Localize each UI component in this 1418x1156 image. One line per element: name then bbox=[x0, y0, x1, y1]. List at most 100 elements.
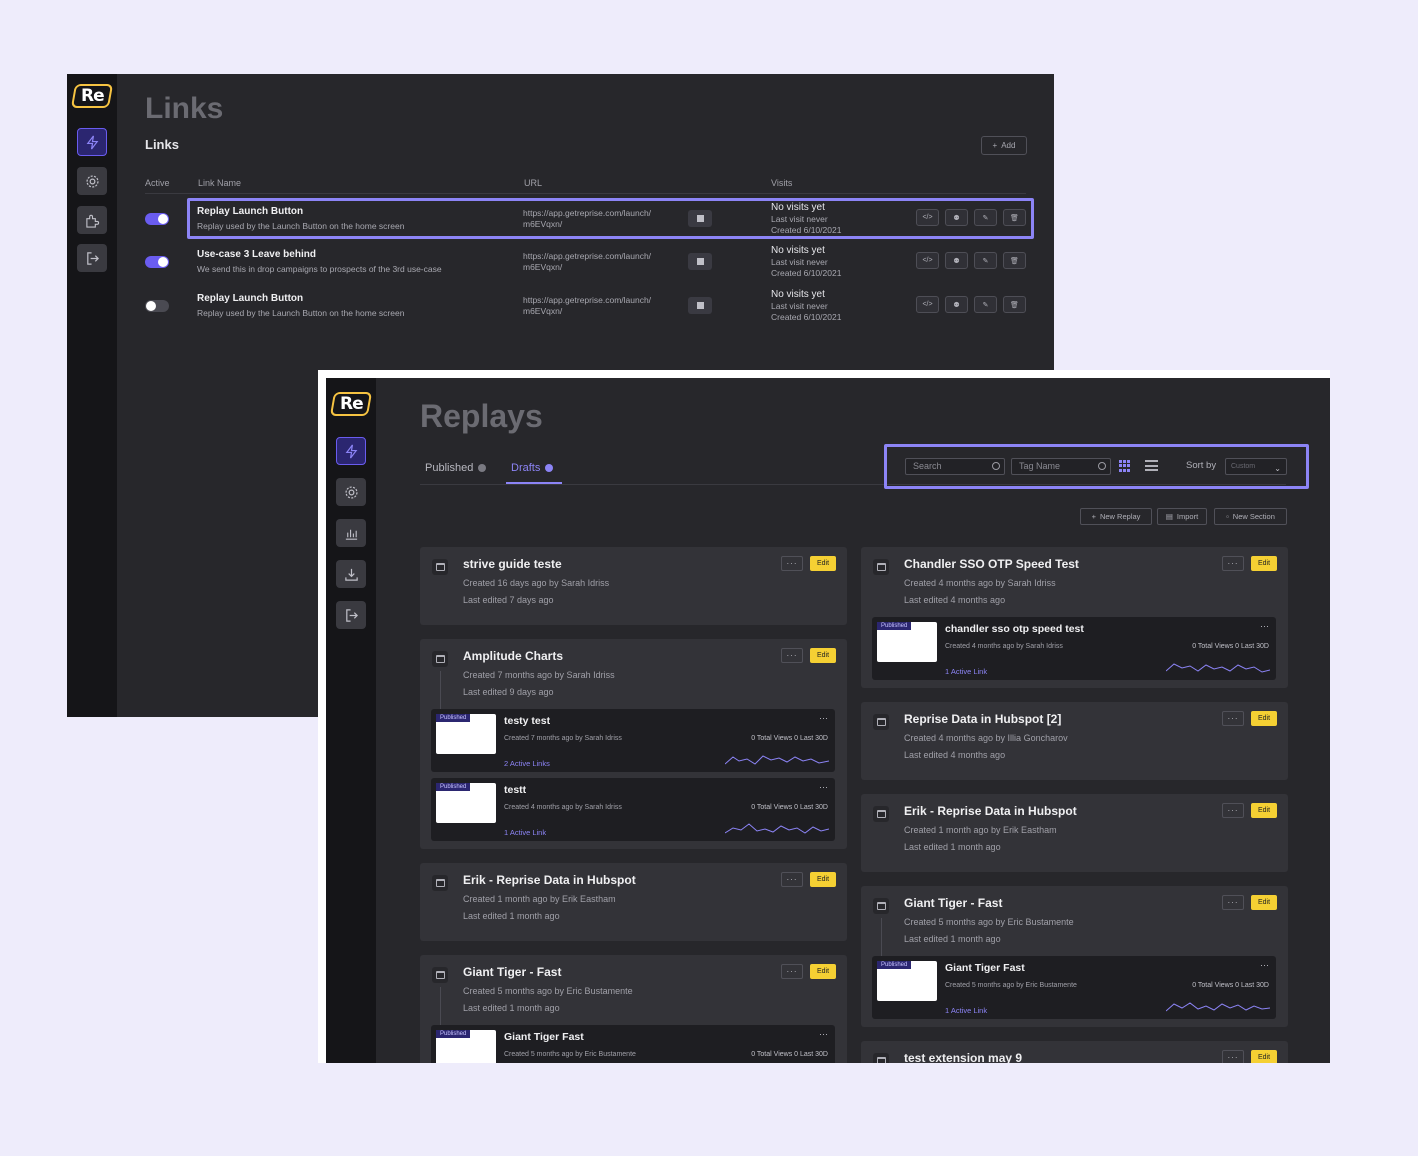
edit-button[interactable]: Edit bbox=[810, 556, 836, 571]
sidebar-settings[interactable] bbox=[336, 478, 366, 506]
replay-card[interactable]: test extension may 9 ··· Edit bbox=[861, 1041, 1288, 1063]
more-button[interactable]: ··· bbox=[1222, 895, 1244, 910]
import-button[interactable]: ▤ Import bbox=[1157, 508, 1207, 525]
sidebar-lightning[interactable] bbox=[77, 128, 107, 156]
sidebar-download[interactable] bbox=[336, 560, 366, 588]
more-button[interactable]: ··· bbox=[1222, 556, 1244, 571]
sidebar-analytics[interactable] bbox=[336, 519, 366, 547]
more-button[interactable]: ··· bbox=[1222, 711, 1244, 726]
published-replay[interactable]: Published Giant Tiger Fast Created 5 mon… bbox=[431, 1025, 835, 1063]
replay-card[interactable]: Reprise Data in Hubspot [2] Created 4 mo… bbox=[861, 702, 1288, 780]
sidebar-lightning[interactable] bbox=[336, 437, 366, 465]
card-title: test extension may 9 bbox=[904, 1051, 1023, 1063]
view-counts: 0 Total Views 0 Last 30D bbox=[1192, 982, 1269, 989]
edit-link-button[interactable]: ✎ bbox=[974, 296, 997, 313]
replay-thumbnail[interactable]: Published bbox=[877, 622, 937, 662]
tab-drafts[interactable]: Drafts bbox=[511, 462, 554, 474]
card-edited: Last edited 1 month ago bbox=[904, 842, 1001, 852]
active-links[interactable]: 1 Active Link bbox=[504, 828, 546, 837]
replay-thumbnail[interactable]: Published bbox=[877, 961, 937, 1001]
replay-card[interactable]: Chandler SSO OTP Speed Test Created 4 mo… bbox=[861, 547, 1288, 688]
edit-button[interactable]: Edit bbox=[1251, 895, 1277, 910]
replay-card[interactable]: Erik - Reprise Data in Hubspot Created 1… bbox=[861, 794, 1288, 872]
published-replay[interactable]: Published testt Created 4 months ago by … bbox=[431, 778, 835, 841]
more-icon[interactable]: ··· bbox=[1260, 621, 1269, 631]
reprise-logo[interactable]: Re bbox=[329, 392, 373, 416]
add-link-button[interactable]: + Add bbox=[981, 136, 1027, 155]
replay-card[interactable]: Erik - Reprise Data in Hubspot Created 1… bbox=[420, 863, 847, 941]
embed-code-button[interactable]: </> bbox=[916, 296, 939, 313]
more-icon[interactable]: ··· bbox=[819, 782, 828, 792]
sidebar-settings[interactable] bbox=[77, 167, 107, 195]
edit-button[interactable]: Edit bbox=[1251, 711, 1277, 726]
replay-card[interactable]: strive guide teste Created 16 days ago b… bbox=[420, 547, 847, 625]
published-badge: Published bbox=[436, 1030, 471, 1038]
embed-code-button[interactable]: </> bbox=[916, 252, 939, 269]
table-row[interactable]: Replay Launch Button Replay used by the … bbox=[67, 286, 1054, 326]
search-icon bbox=[1098, 462, 1106, 470]
edit-button[interactable]: Edit bbox=[1251, 803, 1277, 818]
replay-thumbnail[interactable]: Published bbox=[436, 714, 496, 754]
reprise-logo[interactable]: Re bbox=[70, 84, 114, 108]
more-button[interactable]: ··· bbox=[781, 964, 803, 979]
more-button[interactable]: ··· bbox=[1222, 803, 1244, 818]
active-toggle[interactable] bbox=[145, 256, 169, 268]
replay-card[interactable]: Amplitude Charts Created 7 months ago by… bbox=[420, 639, 847, 849]
filter-bar: Search Tag Name Sort by Custom ⌄ bbox=[884, 444, 1309, 489]
link-url[interactable]: https://app.getreprise.com/launch/m6EVqx… bbox=[523, 295, 683, 317]
search-input[interactable]: Search bbox=[905, 458, 1005, 475]
copy-url-button[interactable] bbox=[688, 253, 712, 270]
active-toggle[interactable] bbox=[145, 300, 169, 312]
published-replay[interactable]: Published chandler sso otp speed test Cr… bbox=[872, 617, 1276, 680]
edit-button[interactable]: Edit bbox=[810, 964, 836, 979]
replay-card[interactable]: Giant Tiger - Fast Created 5 months ago … bbox=[420, 955, 847, 1063]
grid-view-icon[interactable] bbox=[1119, 460, 1131, 472]
view-counts: 0 Total Views 0 Last 30D bbox=[751, 735, 828, 742]
delete-link-button[interactable]: 🗑 bbox=[1003, 252, 1026, 269]
table-row[interactable]: Use-case 3 Leave behind We send this in … bbox=[67, 242, 1054, 282]
card-created: Created 1 month ago by Erik Eastham bbox=[463, 894, 616, 904]
plus-icon: + bbox=[992, 141, 998, 150]
copy-url-button[interactable] bbox=[688, 297, 712, 314]
edit-button[interactable]: Edit bbox=[810, 648, 836, 663]
tag-name-input[interactable]: Tag Name bbox=[1011, 458, 1111, 475]
more-button[interactable]: ··· bbox=[781, 556, 803, 571]
more-icon[interactable]: ··· bbox=[1260, 960, 1269, 970]
more-button[interactable]: ··· bbox=[781, 648, 803, 663]
new-section-button[interactable]: ▫ New Section bbox=[1214, 508, 1287, 525]
card-title: Amplitude Charts bbox=[463, 649, 564, 663]
published-replay[interactable]: Published Giant Tiger Fast Created 5 mon… bbox=[872, 956, 1276, 1019]
active-links[interactable]: 1 Active Link bbox=[945, 1006, 987, 1015]
audience-button[interactable]: ⚉ bbox=[945, 296, 968, 313]
sparkline bbox=[725, 755, 829, 765]
bar-chart-icon bbox=[345, 529, 357, 540]
sort-select[interactable]: Custom ⌄ bbox=[1225, 458, 1287, 475]
more-icon[interactable]: ··· bbox=[819, 1029, 828, 1039]
more-button[interactable]: ··· bbox=[1222, 1050, 1244, 1063]
card-title: Chandler SSO OTP Speed Test bbox=[904, 557, 1079, 571]
active-links[interactable]: 2 Active Links bbox=[504, 759, 550, 768]
list-view-icon[interactable] bbox=[1145, 460, 1158, 472]
edit-button[interactable]: Edit bbox=[810, 872, 836, 887]
replay-thumbnail[interactable]: Published bbox=[436, 1030, 496, 1063]
replay-created: Created 4 months ago by Sarah Idriss bbox=[504, 804, 622, 811]
active-toggle[interactable] bbox=[145, 213, 169, 225]
active-links[interactable]: 1 Active Link bbox=[945, 667, 987, 676]
edit-button[interactable]: Edit bbox=[1251, 556, 1277, 571]
sidebar-logout[interactable] bbox=[336, 601, 366, 629]
audience-button[interactable]: ⚉ bbox=[945, 252, 968, 269]
replay-thumbnail[interactable]: Published bbox=[436, 783, 496, 823]
edit-button[interactable]: Edit bbox=[1251, 1050, 1277, 1063]
new-replay-button[interactable]: + New Replay bbox=[1080, 508, 1152, 525]
more-icon[interactable]: ··· bbox=[819, 713, 828, 723]
replay-card[interactable]: Giant Tiger - Fast Created 5 months ago … bbox=[861, 886, 1288, 1027]
card-created: Created 5 months ago by Eric Bustamente bbox=[904, 917, 1074, 927]
card-created: Created 16 days ago by Sarah Idriss bbox=[463, 578, 610, 588]
delete-link-button[interactable]: 🗑 bbox=[1003, 296, 1026, 313]
edit-link-button[interactable]: ✎ bbox=[974, 252, 997, 269]
tab-published[interactable]: Published bbox=[425, 462, 487, 474]
more-button[interactable]: ··· bbox=[781, 872, 803, 887]
published-replay[interactable]: Published testy test Created 7 months ag… bbox=[431, 709, 835, 772]
link-url[interactable]: https://app.getreprise.com/launch/m6EVqx… bbox=[523, 251, 683, 273]
lightning-icon bbox=[345, 444, 357, 458]
